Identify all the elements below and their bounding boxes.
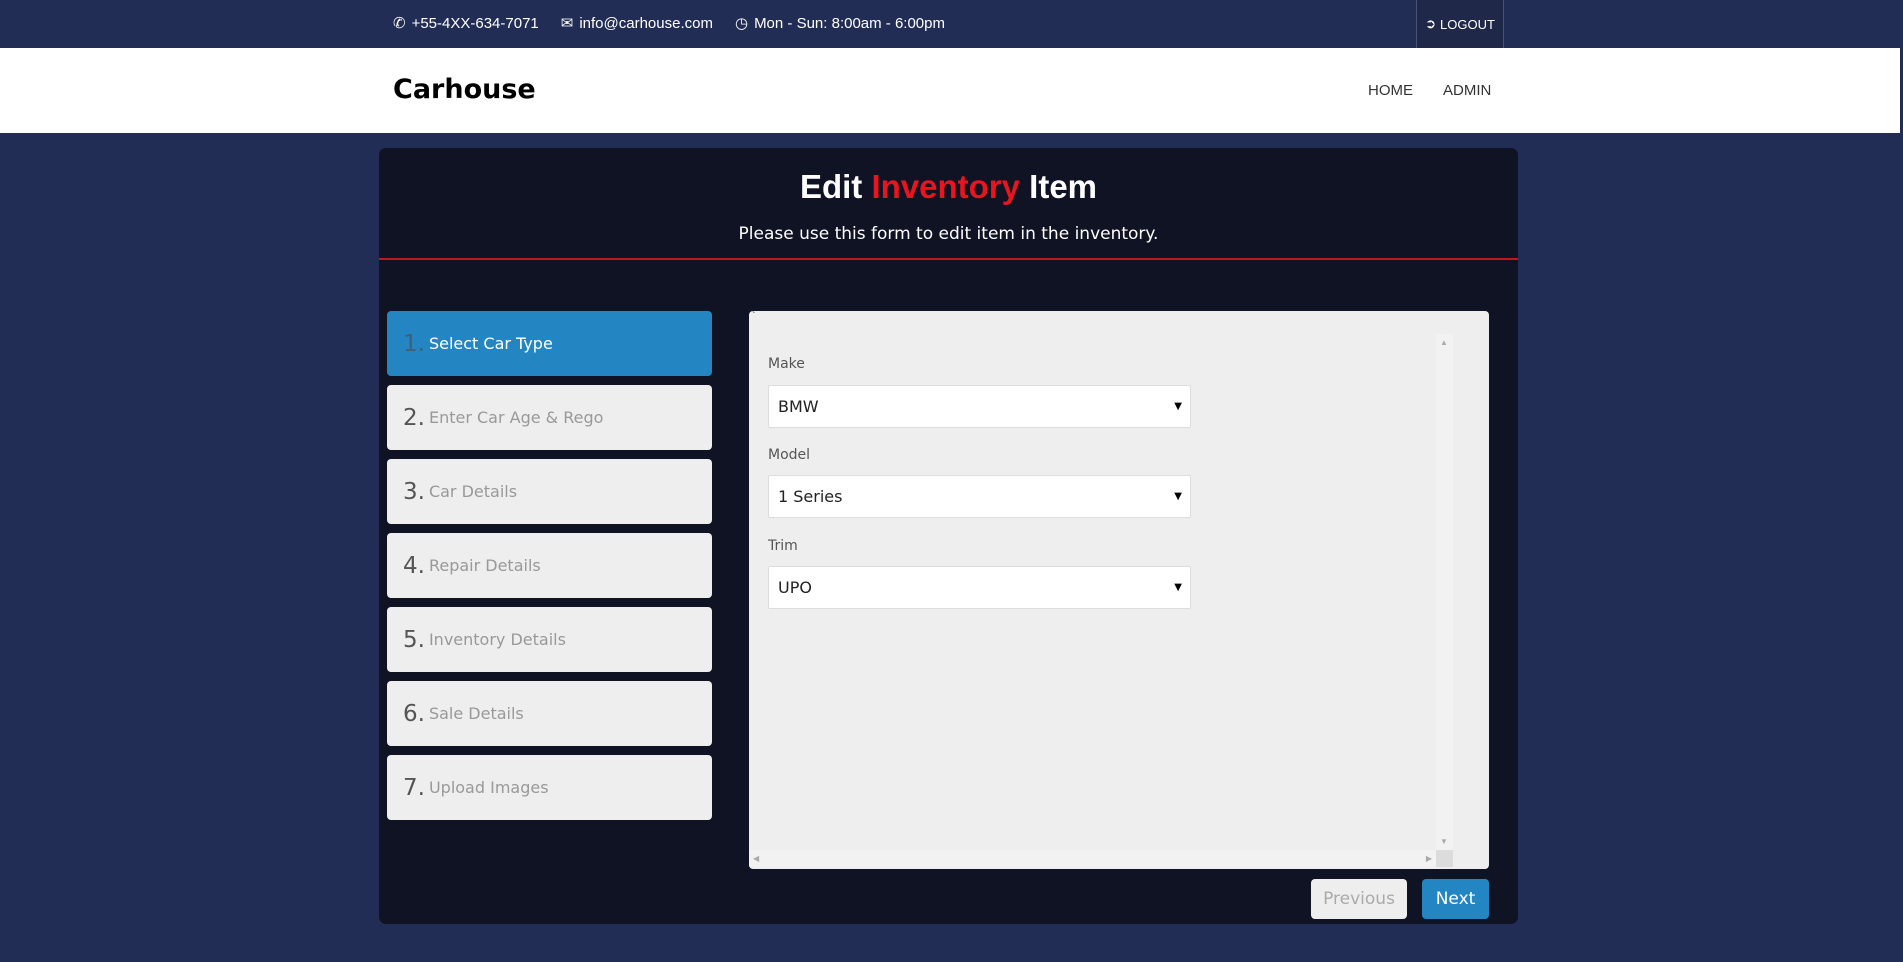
brand-logo[interactable]: Carhouse: [393, 74, 536, 105]
trim-label: Trim: [768, 538, 798, 554]
vertical-scrollbar[interactable]: ▲ ▼: [1436, 334, 1453, 850]
edit-panel: Edit Inventory Item Please use this form…: [379, 148, 1518, 924]
step-car-details[interactable]: 3. Car Details: [387, 459, 712, 524]
step-sale-details[interactable]: 6. Sale Details: [387, 681, 712, 746]
dropdown-arrow-icon: ▼: [1174, 582, 1182, 593]
page-title: Edit Inventory Item: [799, 168, 1098, 205]
horizontal-scrollbar[interactable]: ◀ ▶: [749, 850, 1436, 867]
previous-button[interactable]: Previous: [1311, 879, 1407, 919]
envelope-icon: ✉: [560, 15, 574, 32]
site-header: Carhouse HOME ADMIN: [0, 48, 1900, 133]
nav-home[interactable]: HOME: [1368, 82, 1413, 99]
step-select-car-type[interactable]: 1. Select Car Type: [387, 311, 712, 376]
scrollbar-corner: [1436, 850, 1453, 867]
email-info: ✉ info@carhouse.com: [560, 14, 713, 33]
make-label: Make: [768, 356, 805, 372]
logout-button[interactable]: ➲ LOGOUT: [1416, 0, 1504, 48]
car-type-form: ` Make BMW ▼ Model 1 Series ▼ Trim UPO ▼ ▲ …: [749, 311, 1489, 869]
step-repair-details[interactable]: 4. Repair Details: [387, 533, 712, 598]
main-nav: HOME ADMIN: [1368, 82, 1491, 99]
nav-admin[interactable]: ADMIN: [1443, 82, 1491, 99]
scroll-left-icon[interactable]: ◀: [753, 854, 759, 863]
page-subtitle: Please use this form to edit item in the…: [738, 224, 1159, 244]
clock-icon: ◷: [734, 15, 749, 32]
scroll-down-icon[interactable]: ▼: [1440, 837, 1448, 846]
dropdown-arrow-icon: ▼: [1174, 401, 1182, 412]
hours-info: ◷ Mon - Sun: 8:00am - 6:00pm: [734, 14, 945, 33]
phone-info: ✆ +55-4XX-634-7071: [393, 14, 539, 33]
trim-select[interactable]: UPO ▼: [768, 566, 1191, 609]
model-select[interactable]: 1 Series ▼: [768, 475, 1191, 518]
divider: [379, 258, 1518, 260]
step-car-age-rego[interactable]: 2. Enter Car Age & Rego: [387, 385, 712, 450]
next-button[interactable]: Next: [1422, 879, 1489, 919]
model-label: Model: [768, 447, 811, 463]
scroll-up-icon[interactable]: ▲: [1440, 338, 1448, 347]
stray-char: `: [752, 311, 756, 322]
dropdown-arrow-icon: ▼: [1174, 491, 1182, 502]
make-select[interactable]: BMW ▼: [768, 385, 1191, 428]
scroll-right-icon[interactable]: ▶: [1426, 854, 1432, 863]
phone-icon: ✆: [393, 15, 406, 32]
step-upload-images[interactable]: 7. Upload Images: [387, 755, 712, 820]
top-bar: ✆ +55-4XX-634-7071 ✉ info@carhouse.com ◷ Mo…: [0, 0, 1903, 48]
step-inventory-details[interactable]: 5. Inventory Details: [387, 607, 712, 672]
sign-out-icon: ➲: [1425, 16, 1436, 31]
